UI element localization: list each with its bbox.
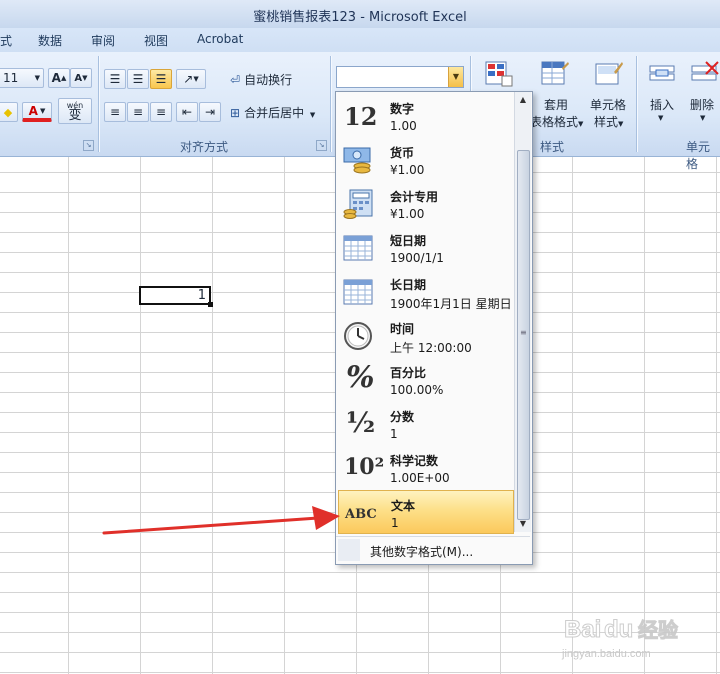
watermark-brand: Bai [564,616,601,643]
red-arrow-annotation [102,506,340,535]
arrow-shaft [102,516,320,535]
watermark-paw: du [604,616,633,643]
arrow-head [312,506,340,530]
watermark-url: jingyan.baidu.com [561,648,651,660]
baidu-jingyan-watermark: Bai du 经验 jingyan.baidu.com [561,616,679,661]
watermark-suffix: 经验 [638,618,678,642]
